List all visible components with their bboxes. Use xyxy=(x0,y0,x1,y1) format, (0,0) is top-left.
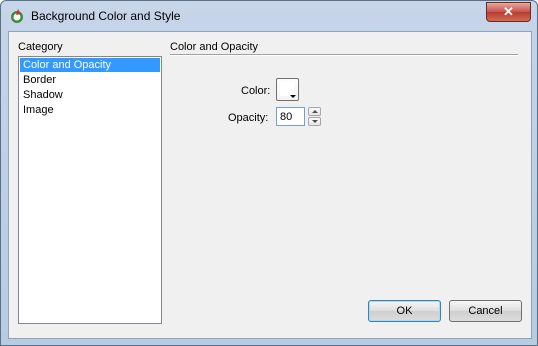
category-list[interactable]: Color and Opacity Border Shadow Image xyxy=(18,56,162,324)
color-label: Color: xyxy=(241,85,271,97)
section-title: Color and Opacity xyxy=(170,41,259,53)
opacity-input[interactable] xyxy=(276,107,305,126)
app-icon xyxy=(11,9,23,23)
cancel-button[interactable]: Cancel xyxy=(449,300,522,322)
opacity-label: Opacity: xyxy=(228,112,269,124)
dialog-body: Category Color and Opacity Border Shadow… xyxy=(8,31,532,339)
ok-button[interactable]: OK xyxy=(368,300,441,322)
color-swatch xyxy=(280,82,294,96)
category-item-border[interactable]: Border xyxy=(20,73,160,87)
spin-down-icon xyxy=(312,120,318,123)
spin-up-icon xyxy=(312,110,318,113)
close-button[interactable]: ✕ xyxy=(486,2,531,22)
color-picker-button[interactable] xyxy=(276,78,299,101)
opacity-decrement-button[interactable] xyxy=(308,117,321,126)
title-bar[interactable]: Background Color and Style ✕ xyxy=(1,1,537,31)
close-icon: ✕ xyxy=(503,4,514,19)
category-item-shadow[interactable]: Shadow xyxy=(20,88,160,102)
dialog-window: Background Color and Style ✕ Category Co… xyxy=(0,0,538,346)
category-item-image[interactable]: Image xyxy=(20,103,160,117)
opacity-increment-button[interactable] xyxy=(308,107,321,116)
section-divider xyxy=(170,54,518,56)
category-item-color-and-opacity[interactable]: Color and Opacity xyxy=(20,58,160,72)
dropdown-arrow-icon xyxy=(290,95,296,98)
window-title: Background Color and Style xyxy=(31,9,181,23)
category-label: Category xyxy=(18,41,63,53)
